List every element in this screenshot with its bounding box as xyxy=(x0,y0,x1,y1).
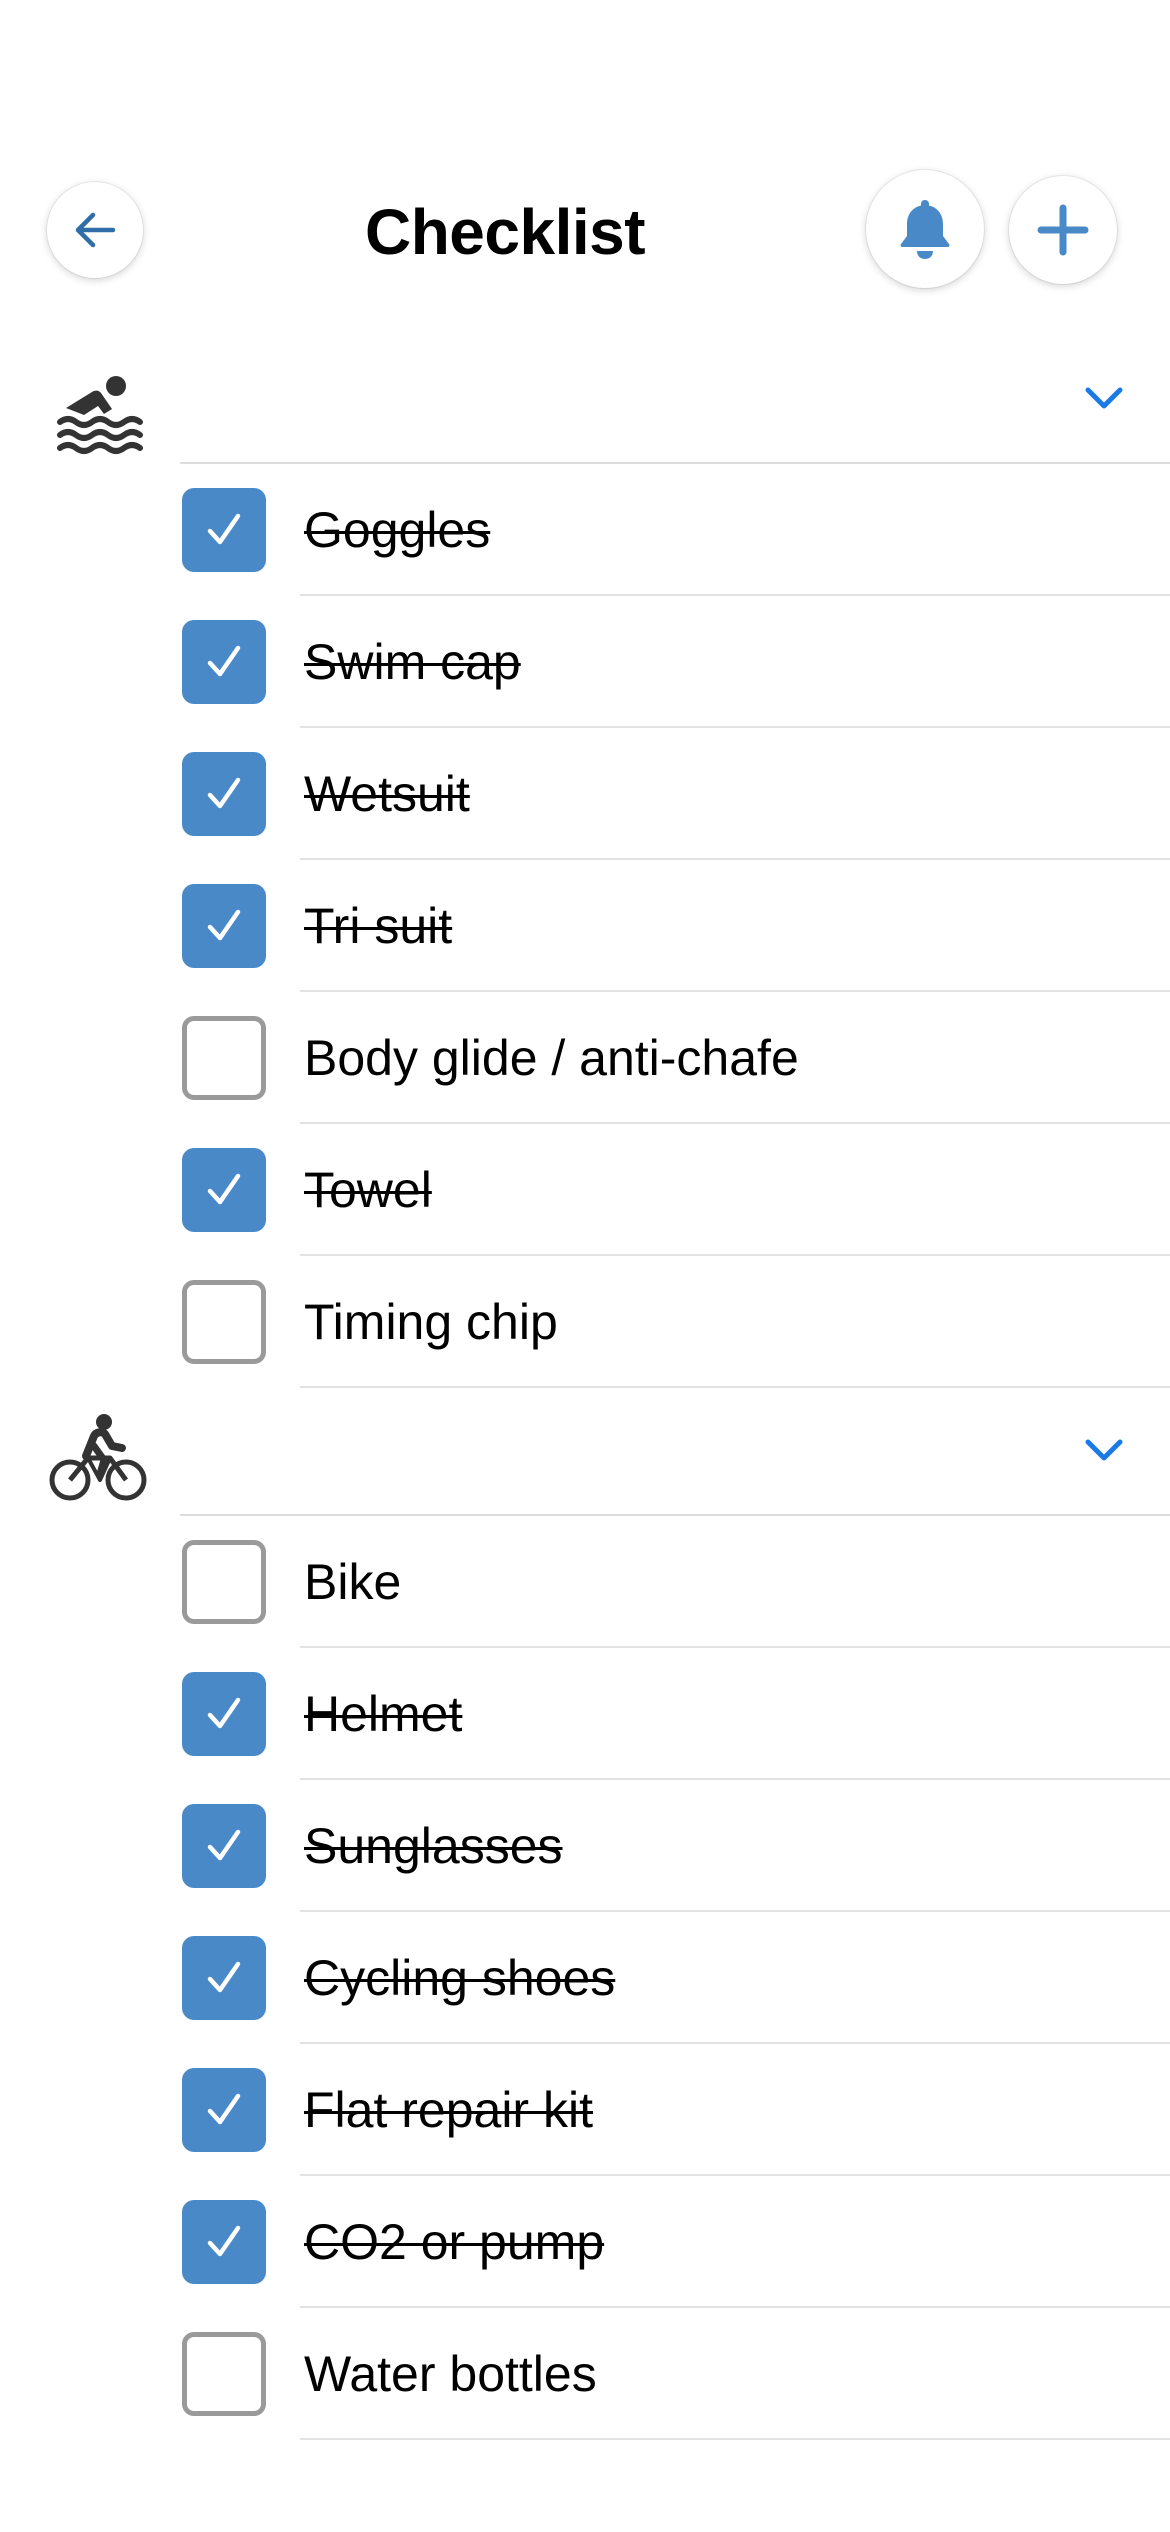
add-item-button[interactable] xyxy=(1009,176,1117,284)
checkbox-unchecked[interactable] xyxy=(182,1016,266,1100)
checklist-item[interactable]: Helmet xyxy=(0,1648,1170,1780)
checklist-item[interactable]: Bike xyxy=(0,1516,1170,1648)
cycling-icon xyxy=(49,1414,147,1501)
checklist-item[interactable]: Flat repair kit xyxy=(0,2044,1170,2176)
checklist-item-label: Flat repair kit xyxy=(304,2082,593,2138)
checklist-item-label: Goggles xyxy=(304,502,491,558)
checklist-item-label: Towel xyxy=(304,1162,432,1218)
item-divider xyxy=(300,2438,1170,2440)
checklist-item-label: Sunglasses xyxy=(304,1818,563,1874)
checklist-item[interactable]: Sunglasses xyxy=(0,1780,1170,1912)
checklist-item-label: Wetsuit xyxy=(304,766,470,822)
checkmark-icon xyxy=(207,777,241,809)
checkmark-icon xyxy=(207,2225,241,2257)
checklist-item[interactable]: Goggles xyxy=(0,464,1170,596)
checkbox-checked[interactable] xyxy=(182,1804,266,1888)
checkmark-icon xyxy=(207,513,241,545)
checklist-item[interactable]: Swim cap xyxy=(0,596,1170,728)
checklist-item-label: Bike xyxy=(304,1554,402,1610)
bell-icon xyxy=(900,200,950,259)
checklist-item[interactable]: Tri suit xyxy=(0,860,1170,992)
checkbox-unchecked[interactable] xyxy=(182,1280,266,1364)
checkbox-checked[interactable] xyxy=(182,488,266,572)
top-bar: Checklist xyxy=(0,168,1170,296)
chevron-down-icon[interactable] xyxy=(1080,1426,1128,1474)
checklist-items-bike: Bike Helmet Sunglasses Cycling shoes Flat re… xyxy=(0,1516,1170,2440)
notifications-button[interactable] xyxy=(866,170,984,288)
checklist-item[interactable]: Wetsuit xyxy=(0,728,1170,860)
checkbox-checked[interactable] xyxy=(182,1936,266,2020)
checklist-item-label: CO2 or pump xyxy=(304,2214,605,2270)
checklist-item[interactable]: Body glide / anti-chafe xyxy=(0,992,1170,1124)
checkmark-icon xyxy=(207,1697,241,1729)
checkbox-checked[interactable] xyxy=(182,2200,266,2284)
checklist-item-label: Timing chip xyxy=(304,1294,558,1350)
checklist-item-label: Helmet xyxy=(304,1686,463,1742)
checklist-item-label: Tri suit xyxy=(304,898,453,954)
checkbox-checked[interactable] xyxy=(182,2068,266,2152)
checkbox-checked[interactable] xyxy=(182,752,266,836)
back-button[interactable] xyxy=(47,182,143,278)
checklist-items-swim: Goggles Swim cap Wetsuit Tri suit Body glide… xyxy=(0,464,1170,1388)
checklist-item[interactable]: CO2 or pump xyxy=(0,2176,1170,2308)
checklist-item[interactable]: Timing chip xyxy=(0,1256,1170,1388)
checklist-item[interactable]: Cycling shoes xyxy=(0,1912,1170,2044)
section-bike: Bike Helmet Sunglasses Cycling shoes Flat re… xyxy=(0,1384,1170,2440)
checkmark-icon xyxy=(207,2093,241,2125)
arrow-left-icon xyxy=(75,212,116,248)
checklist-item-label: Cycling shoes xyxy=(304,1950,616,2006)
section-header-swim[interactable] xyxy=(0,332,1170,464)
checkmark-icon xyxy=(207,645,241,677)
checkmark-icon xyxy=(207,909,241,941)
checklist-item-label: Body glide / anti-chafe xyxy=(304,1030,799,1086)
section-header-bike[interactable] xyxy=(0,1384,1170,1516)
checkbox-checked[interactable] xyxy=(182,1148,266,1232)
section-swim: Goggles Swim cap Wetsuit Tri suit Body glide… xyxy=(0,332,1170,1388)
checkbox-unchecked[interactable] xyxy=(182,1540,266,1624)
checkbox-checked[interactable] xyxy=(182,884,266,968)
checklist-item[interactable]: Towel xyxy=(0,1124,1170,1256)
checkbox-unchecked[interactable] xyxy=(182,2332,266,2416)
plus-icon xyxy=(1037,204,1089,256)
checkbox-checked[interactable] xyxy=(182,620,266,704)
swimming-icon xyxy=(57,376,143,454)
checkmark-icon xyxy=(207,1173,241,1205)
checkbox-checked[interactable] xyxy=(182,1672,266,1756)
chevron-down-icon[interactable] xyxy=(1080,374,1128,422)
checklist-item-label: Water bottles xyxy=(304,2346,597,2402)
page-title: Checklist xyxy=(364,196,646,268)
checklist-item[interactable]: Water bottles xyxy=(0,2308,1170,2440)
checklist-item-label: Swim cap xyxy=(304,634,521,690)
checkmark-icon xyxy=(207,1961,241,1993)
checkmark-icon xyxy=(207,1829,241,1861)
